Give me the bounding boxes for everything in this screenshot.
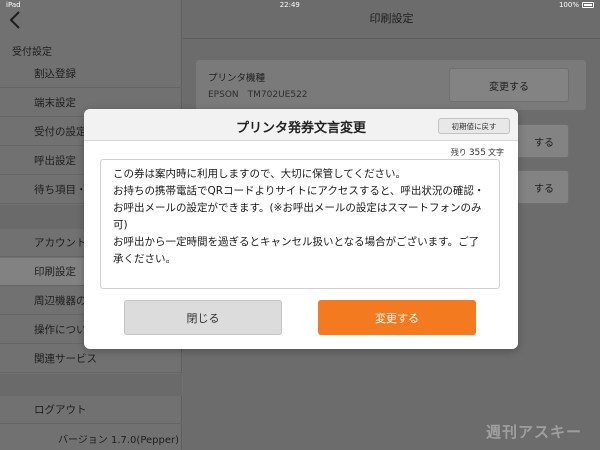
close-button[interactable]: 閉じる [124,300,282,335]
sidebar-item-label: 印刷設定 [34,266,76,278]
sidebar-item-label: アカウント [34,237,87,249]
ticket-text-modal: プリンタ発券文言変更 初期値に戻す 残り 355 文字 この券は案内時に利用しま… [84,109,518,349]
submit-change-button[interactable]: 変更する [318,300,476,335]
device-label: iPad [6,1,21,9]
sidebar-item-label: 関連サービス [34,353,97,365]
status-right: 100% [559,1,594,9]
battery-percent: 100% [558,1,579,9]
page-title: 印刷設定 [369,12,414,25]
reset-default-button[interactable]: 初期値に戻す [438,118,510,134]
status-time: 22:49 [279,1,300,9]
remaining-counter: 残り 355 文字 [451,147,504,158]
printer-model: EPSON TM702UE522 [208,90,308,100]
remaining-suffix: 文字 [488,148,504,157]
sidebar-item-services[interactable]: 関連サービス [0,345,182,373]
sidebar-item-label: ログアウト [34,404,87,416]
version-label: バージョン 1.7.0(Pepper) [58,435,180,446]
remaining-count: 355 [468,148,486,158]
sidebar-item-interrupt[interactable]: 割込登録 [0,60,182,88]
sidebar-item-label: 受付の設定 [34,126,87,138]
sidebar-item-label: 呼出設定 [34,155,76,167]
header-divider [183,38,600,39]
sidebar-section-label: 受付設定 [12,47,52,58]
status-bar: iPad 22:49 100% [0,0,600,10]
sidebar-item-label: 周辺機器の [34,295,87,307]
printer-label: プリンタ機種 [208,73,266,84]
sidebar-item-label: 端末設定 [34,97,76,109]
sidebar-gap [0,374,182,396]
printer-change-button[interactable]: 変更する [449,68,569,102]
sidebar-item-logout[interactable]: ログアウト [0,396,182,424]
watermark-logo: 週刊アスキー [485,423,582,441]
sidebar-item-label: 待ち項目・ [34,184,87,196]
battery-icon [581,2,594,8]
modal-header: プリンタ発券文言変更 初期値に戻す [84,109,518,141]
sidebar-item-label: 操作につい [34,324,87,336]
sidebar-item-label: 割込登録 [34,68,76,80]
message-textarea[interactable]: この券は案内時に利用しますので、大切に保管してください。 お持ちの携帯電話でQR… [100,159,500,289]
back-chevron-icon[interactable] [8,10,22,30]
remaining-prefix: 残り [450,148,467,157]
